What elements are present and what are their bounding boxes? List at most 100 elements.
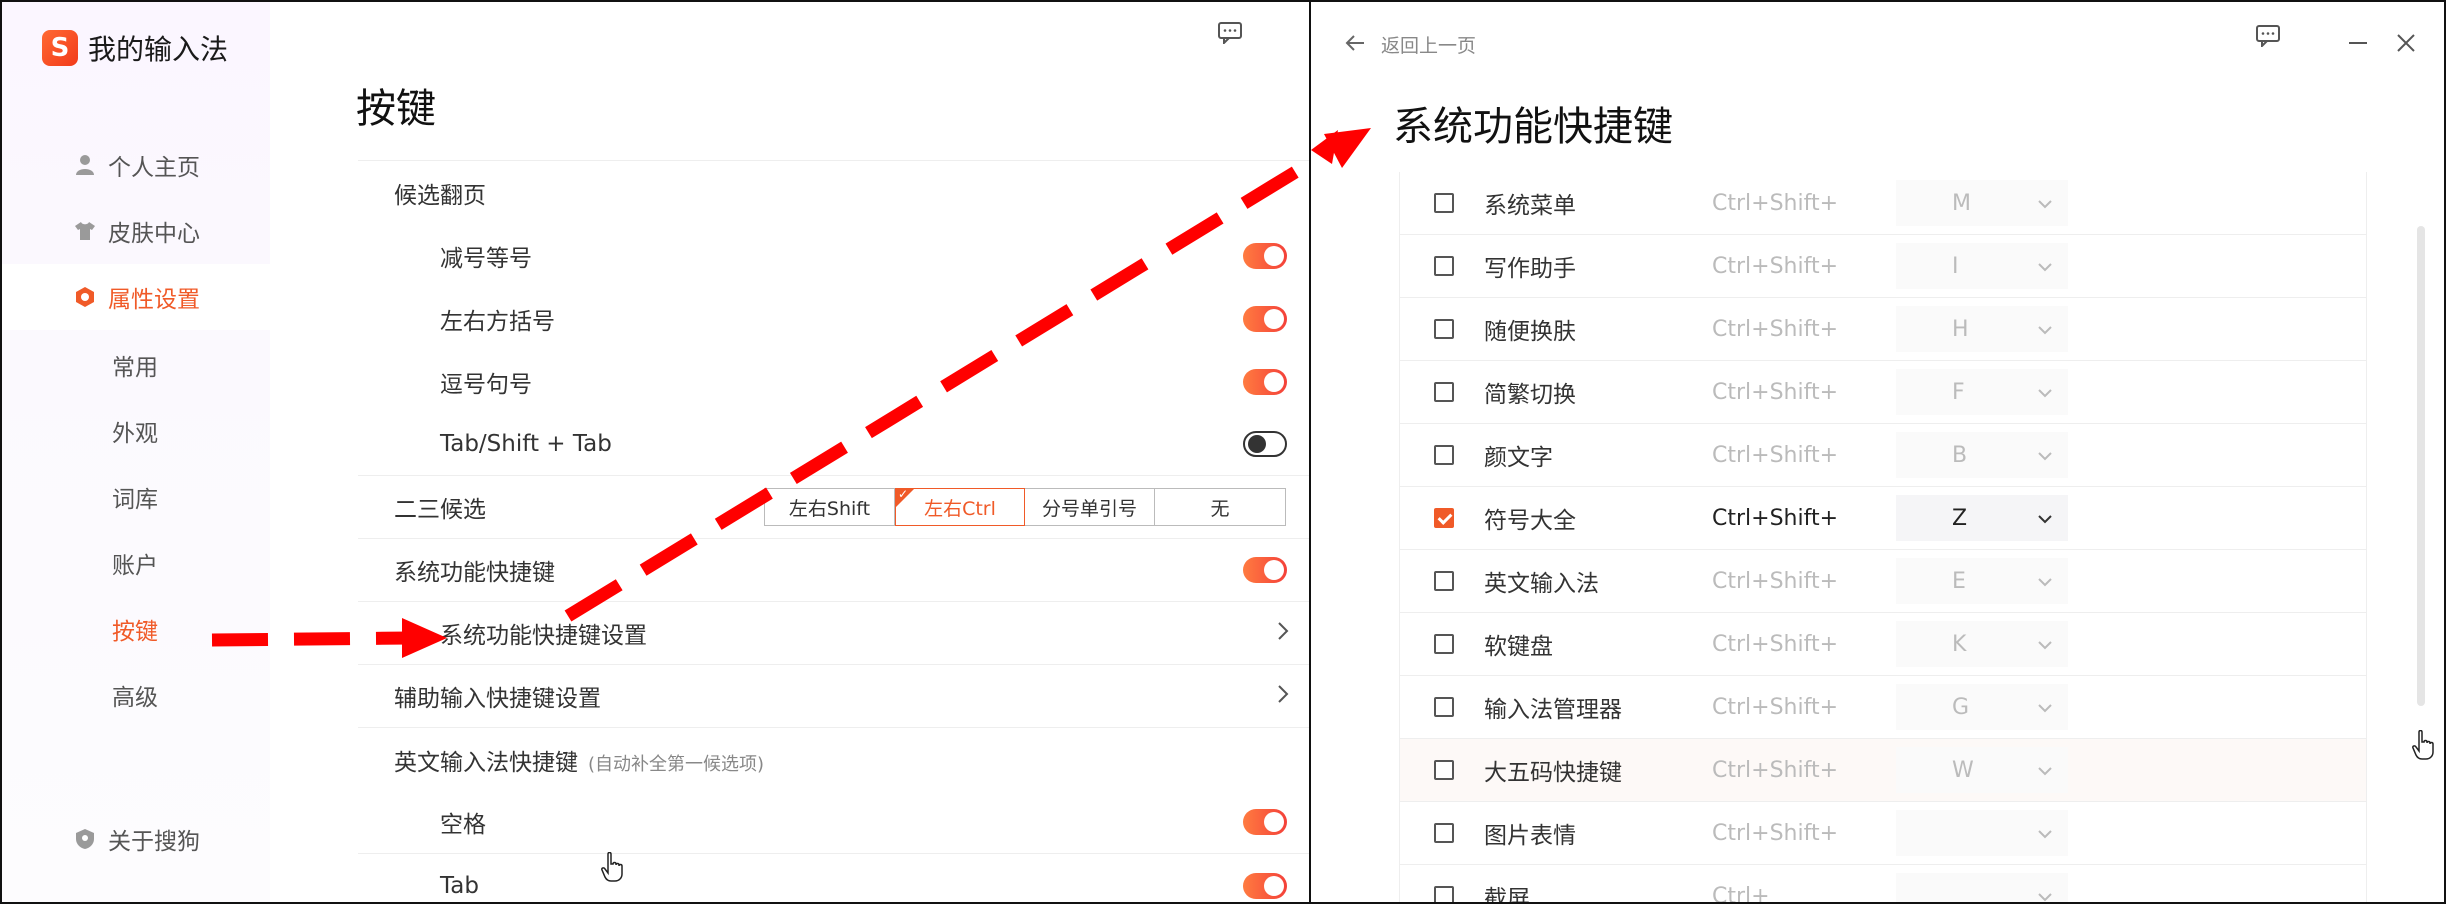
back-label: 返回上一页 bbox=[1381, 34, 1477, 57]
settings-window: S 我的输入法 个人主页 皮肤中心 属性设置 常用 外观 词库 账户 按键 高级… bbox=[2, 2, 1309, 902]
shortcut-row: 系统菜单 Ctrl+Shift+ M bbox=[1400, 172, 2366, 235]
toggle-sys-shortcut[interactable] bbox=[1243, 557, 1287, 583]
shortcut-key-select[interactable] bbox=[1896, 810, 2068, 856]
shortcut-key-value: K bbox=[1952, 631, 1967, 657]
shortcut-key-select[interactable]: K bbox=[1896, 621, 2068, 667]
back-button[interactable]: 返回上一页 bbox=[1345, 30, 1476, 58]
sidebar: S 我的输入法 个人主页 皮肤中心 属性设置 常用 外观 词库 账户 按键 高级… bbox=[2, 2, 270, 902]
shortcut-key-select[interactable]: B bbox=[1896, 432, 2068, 478]
sub-item-advanced[interactable]: 高级 bbox=[2, 662, 270, 728]
shortcut-checkbox[interactable] bbox=[1434, 256, 1454, 276]
shortcut-settings-window: 返回上一页 系统功能快捷键 系统菜单 Ctrl+Shift+ M 写作助手 Ctrl+S… bbox=[1311, 2, 2444, 904]
toggle-tab[interactable] bbox=[1243, 872, 1287, 899]
message-icon[interactable] bbox=[2256, 24, 2280, 54]
shortcut-list: 系统菜单 Ctrl+Shift+ M 写作助手 Ctrl+Shift+ I 随便换肤 Ctrl… bbox=[1399, 172, 2367, 904]
row-tab: Tab bbox=[358, 854, 1309, 902]
section-candidate-page: 候选翻页 bbox=[358, 161, 1309, 224]
label-tab-shift: Tab/Shift + Tab bbox=[440, 431, 612, 457]
en-shortcut-note: (自动补全第一候选项) bbox=[588, 753, 765, 775]
shortcut-key-select[interactable]: Z bbox=[1896, 495, 2068, 541]
shortcut-name: 颜文字 bbox=[1484, 445, 1553, 471]
shortcut-checkbox[interactable] bbox=[1434, 445, 1454, 465]
row-space: 空格 bbox=[358, 791, 1309, 854]
sub-item-account[interactable]: 账户 bbox=[2, 530, 270, 596]
shortcut-checkbox[interactable] bbox=[1434, 193, 1454, 213]
screenshot-stage: S 我的输入法 个人主页 皮肤中心 属性设置 常用 外观 词库 账户 按键 高级… bbox=[0, 0, 2446, 904]
toggle-comma-period[interactable] bbox=[1243, 368, 1287, 395]
nav-label-home: 个人主页 bbox=[108, 155, 200, 181]
shortcut-modifier: Ctrl+Shift+ bbox=[1712, 442, 1839, 468]
shortcut-key-select[interactable] bbox=[1896, 873, 2068, 903]
nav-item-home[interactable]: 个人主页 bbox=[2, 132, 270, 198]
shortcut-key-select[interactable]: E bbox=[1896, 558, 2068, 604]
nav-item-skin[interactable]: 皮肤中心 bbox=[2, 198, 270, 264]
chevron-down-icon bbox=[2038, 319, 2052, 340]
shortcut-modifier: Ctrl+Shift+ bbox=[1712, 631, 1839, 657]
shortcut-checkbox[interactable] bbox=[1434, 508, 1454, 528]
row-aux-shortcut-settings[interactable]: 辅助输入快捷键设置 bbox=[358, 665, 1309, 728]
shortcut-key-select[interactable]: M bbox=[1896, 180, 2068, 226]
shortcut-key-value: I bbox=[1952, 253, 1959, 279]
shortcut-name: 输入法管理器 bbox=[1484, 697, 1622, 723]
keys-settings-panel: 候选翻页 减号等号 左右方括号 逗号句号 Tab/Shift + Tab 二三候… bbox=[358, 160, 1309, 902]
hand-cursor-icon bbox=[2411, 729, 2435, 764]
toggle-minus-equal[interactable] bbox=[1243, 242, 1287, 269]
shortcut-name: 图片表情 bbox=[1484, 823, 1576, 849]
shortcut-row: 大五码快捷键 Ctrl+Shift+ W bbox=[1400, 739, 2366, 802]
toggle-brackets[interactable] bbox=[1243, 305, 1287, 332]
nav-label-about: 关于搜狗 bbox=[108, 829, 200, 855]
shortcut-checkbox[interactable] bbox=[1434, 382, 1454, 402]
chevron-down-icon bbox=[2038, 634, 2052, 655]
shortcut-checkbox[interactable] bbox=[1434, 760, 1454, 780]
row-minus-equal: 减号等号 bbox=[358, 224, 1309, 287]
shortcut-name: 截屏 bbox=[1484, 886, 1530, 904]
page-title: 按键 bbox=[356, 86, 436, 132]
sub-item-appearance[interactable]: 外观 bbox=[2, 398, 270, 464]
option-left-right-shift[interactable]: 左右Shift bbox=[765, 489, 895, 525]
shortcut-checkbox[interactable] bbox=[1434, 886, 1454, 902]
row-sys-shortcut-settings[interactable]: 系统功能快捷键设置 bbox=[358, 602, 1309, 665]
settings-content: 按键 候选翻页 减号等号 左右方括号 逗号句号 Tab/Shift + Tab … bbox=[270, 2, 1309, 902]
shortcut-checkbox[interactable] bbox=[1434, 823, 1454, 843]
shortcut-key-select[interactable]: G bbox=[1896, 684, 2068, 730]
shortcut-key-select[interactable]: H bbox=[1896, 306, 2068, 352]
app-title: 我的输入法 bbox=[88, 33, 229, 66]
minimize-icon[interactable] bbox=[2348, 30, 2368, 60]
shortcut-checkbox[interactable] bbox=[1434, 571, 1454, 591]
shortcut-checkbox[interactable] bbox=[1434, 697, 1454, 717]
label-aux-shortcut-settings: 辅助输入快捷键设置 bbox=[394, 686, 601, 712]
shortcut-modifier: Ctrl+Shift+ bbox=[1712, 568, 1839, 594]
shortcut-modifier: Ctrl+ bbox=[1712, 883, 1770, 904]
option-semicolon-quote[interactable]: 分号单引号 bbox=[1025, 489, 1155, 525]
scrollbar[interactable] bbox=[2417, 226, 2425, 706]
option-left-right-ctrl[interactable]: ✓ 左右Ctrl bbox=[895, 487, 1025, 526]
sub-item-common[interactable]: 常用 bbox=[2, 332, 270, 398]
message-icon[interactable] bbox=[1218, 22, 1242, 48]
chevron-down-icon bbox=[2038, 886, 2052, 903]
chevron-down-icon bbox=[2038, 382, 2052, 403]
toggle-tab-shift[interactable] bbox=[1243, 431, 1287, 457]
shortcut-row: 英文输入法 Ctrl+Shift+ E bbox=[1400, 550, 2366, 613]
sub-item-lexicon[interactable]: 词库 bbox=[2, 464, 270, 530]
row-brackets: 左右方括号 bbox=[358, 287, 1309, 350]
shortcut-name: 写作助手 bbox=[1484, 256, 1576, 282]
sub-item-keys[interactable]: 按键 bbox=[2, 596, 270, 662]
shortcut-key-select[interactable]: W bbox=[1896, 747, 2068, 793]
shortcut-key-value: H bbox=[1952, 316, 1969, 342]
user-icon bbox=[74, 154, 96, 176]
shortcut-modifier: Ctrl+Shift+ bbox=[1712, 820, 1839, 846]
close-icon[interactable] bbox=[2396, 30, 2416, 60]
chevron-down-icon bbox=[2038, 823, 2052, 844]
shortcut-checkbox[interactable] bbox=[1434, 634, 1454, 654]
nav-item-about[interactable]: 关于搜狗 bbox=[2, 806, 270, 872]
hexagon-settings-icon bbox=[74, 286, 96, 308]
nav-item-properties[interactable]: 属性设置 bbox=[2, 264, 270, 330]
shortcut-row: 写作助手 Ctrl+Shift+ I bbox=[1400, 235, 2366, 298]
shortcut-key-select[interactable]: F bbox=[1896, 369, 2068, 415]
chevron-down-icon bbox=[2038, 571, 2052, 592]
shortcut-checkbox[interactable] bbox=[1434, 319, 1454, 339]
toggle-space[interactable] bbox=[1243, 809, 1287, 835]
option-none[interactable]: 无 bbox=[1155, 489, 1285, 525]
shortcut-key-select[interactable]: I bbox=[1896, 243, 2068, 289]
label-sys-shortcut: 系统功能快捷键 bbox=[394, 560, 555, 586]
